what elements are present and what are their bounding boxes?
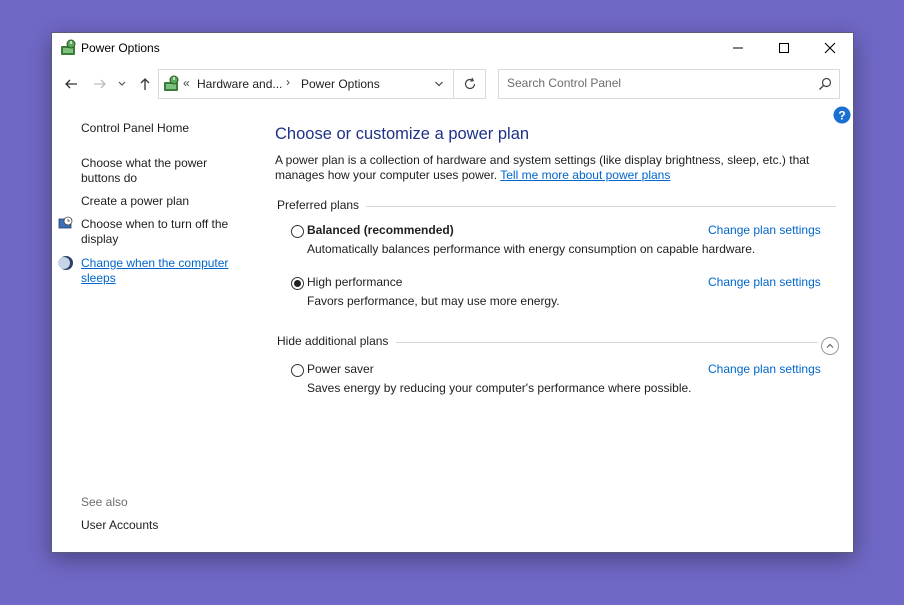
refresh-icon <box>464 77 476 90</box>
sidebar-item-create-plan[interactable]: Create a power plan <box>81 194 241 209</box>
breadcrumb-overflow[interactable]: « <box>183 76 190 90</box>
moon-icon <box>58 256 73 270</box>
breadcrumb-separator[interactable]: › <box>286 75 290 89</box>
plan-power-saver-radio[interactable] <box>291 364 304 377</box>
close-icon <box>824 42 836 54</box>
sidebar-item-computer-sleeps[interactable]: Change when the computer sleeps <box>81 256 241 286</box>
plan-balanced-name[interactable]: Balanced (recommended) <box>307 223 454 237</box>
recent-locations-button[interactable] <box>116 75 128 93</box>
minimize-button[interactable] <box>715 33 761 63</box>
navigation-bar: « Hardware and... › Power Options <box>52 69 853 99</box>
address-dropdown-button[interactable] <box>431 76 447 92</box>
plan-balanced-change-settings-link[interactable]: Change plan settings <box>708 223 821 237</box>
maximize-icon <box>779 43 789 53</box>
tell-me-more-link[interactable]: Tell me more about power plans <box>500 168 670 182</box>
forward-button[interactable] <box>91 75 109 93</box>
arrow-right-icon <box>94 79 106 89</box>
sidebar-item-power-buttons[interactable]: Choose what the power buttons do <box>81 156 221 186</box>
plan-balanced-radio[interactable] <box>291 225 304 238</box>
search-box[interactable] <box>498 69 840 99</box>
chevron-up-icon <box>826 343 834 348</box>
arrow-up-icon <box>140 78 150 90</box>
plan-high-performance[interactable]: High performance Favors performance, but… <box>291 275 836 315</box>
additional-plans-header[interactable]: Hide additional plans <box>277 334 388 348</box>
sidebar-item-control-panel-home[interactable]: Control Panel Home <box>81 121 241 136</box>
preferred-plans-header: Preferred plans <box>277 198 360 212</box>
plan-balanced-description: Automatically balances performance with … <box>307 242 756 256</box>
chevron-down-icon <box>435 81 443 87</box>
additional-plans-divider <box>396 342 818 343</box>
page-title: Choose or customize a power plan <box>275 125 530 143</box>
help-icon[interactable]: ? <box>833 106 851 124</box>
window-title: Power Options <box>81 41 160 55</box>
sidebar: Control Panel Home Choose what the power… <box>52 113 242 543</box>
plan-high-performance-change-settings-link[interactable]: Change plan settings <box>708 275 821 289</box>
breadcrumb-power-options[interactable]: Power Options <box>301 77 380 91</box>
plan-high-performance-radio[interactable] <box>291 277 304 290</box>
plan-high-performance-name[interactable]: High performance <box>307 275 402 289</box>
power-options-icon <box>164 75 179 91</box>
plan-high-performance-description: Favors performance, but may use more ene… <box>307 294 560 308</box>
sidebar-item-user-accounts[interactable]: User Accounts <box>81 518 158 532</box>
search-input[interactable] <box>499 70 807 96</box>
minimize-icon <box>733 47 743 49</box>
arrow-left-icon <box>65 79 77 89</box>
plan-power-saver-change-settings-link[interactable]: Change plan settings <box>708 362 821 376</box>
maximize-button[interactable] <box>761 33 807 63</box>
power-options-window: Power Options « Hardware and... › Power … <box>51 32 854 553</box>
svg-text:?: ? <box>838 109 845 123</box>
power-options-icon <box>61 39 76 55</box>
title-bar[interactable]: Power Options <box>52 33 853 63</box>
up-button[interactable] <box>136 75 154 93</box>
collapse-plans-button[interactable] <box>821 337 839 355</box>
search-icon[interactable] <box>817 76 833 92</box>
back-button[interactable] <box>62 75 80 93</box>
address-bar[interactable]: « Hardware and... › Power Options <box>158 69 486 99</box>
refresh-button[interactable] <box>453 70 486 98</box>
plan-power-saver-name[interactable]: Power saver <box>307 362 374 376</box>
page-description: A power plan is a collection of hardware… <box>275 153 835 183</box>
chevron-down-icon <box>118 81 126 86</box>
sidebar-item-turn-off-display[interactable]: Choose when to turn off the display <box>81 217 241 247</box>
plan-balanced[interactable]: Balanced (recommended) Automatically bal… <box>291 223 836 263</box>
plan-power-saver-description: Saves energy by reducing your computer's… <box>307 381 692 395</box>
preferred-plans-divider <box>366 206 836 207</box>
breadcrumb-hardware[interactable]: Hardware and... <box>197 77 282 91</box>
display-clock-icon <box>58 216 73 229</box>
close-button[interactable] <box>807 33 853 63</box>
see-also-heading: See also <box>81 495 128 509</box>
plan-power-saver[interactable]: Power saver Saves energy by reducing you… <box>291 362 836 402</box>
